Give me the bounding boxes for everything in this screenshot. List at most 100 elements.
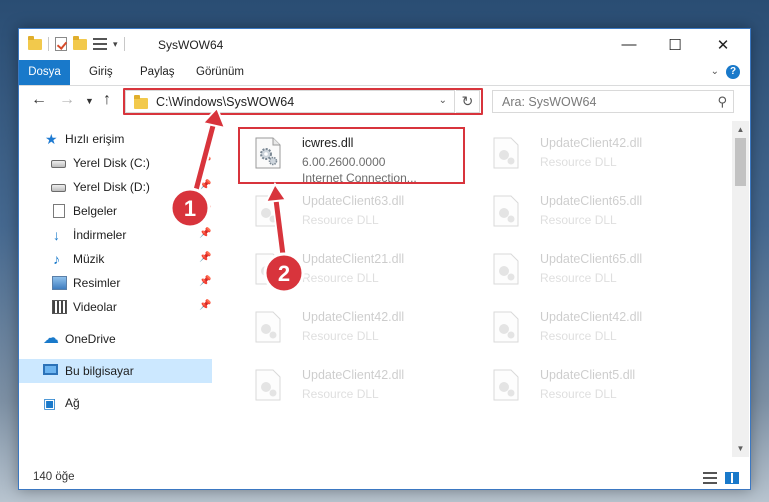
sidebar-item-label: İndirmeler bbox=[73, 228, 127, 242]
file-description: Resource DLL bbox=[540, 213, 617, 227]
sidebar-item-quick-access[interactable]: ★ Hızlı erişim bbox=[19, 127, 212, 151]
disk-icon bbox=[51, 184, 66, 192]
search-input[interactable]: Ara: SysWOW64 ⚲ bbox=[492, 90, 734, 113]
sidebar-item-label: OneDrive bbox=[65, 332, 116, 346]
file-description: Resource DLL bbox=[540, 329, 617, 343]
properties-check-icon[interactable] bbox=[55, 37, 67, 51]
file-description: Resource DLL bbox=[302, 329, 379, 343]
maximize-button[interactable]: ☐ bbox=[652, 29, 698, 60]
file-tile[interactable]: UpdateClient42.dll Resource DLL bbox=[244, 301, 474, 359]
sidebar-item-label: Resimler bbox=[73, 276, 121, 290]
scrollbar-thumb[interactable] bbox=[735, 138, 746, 186]
customize-dropdown-icon[interactable]: ▾ bbox=[113, 39, 118, 50]
videos-icon bbox=[52, 300, 67, 314]
pin-icon[interactable]: 📌 bbox=[199, 252, 211, 263]
back-arrow-icon[interactable]: ← bbox=[31, 91, 47, 109]
search-icon: ⚲ bbox=[717, 94, 727, 109]
dll-gear-icon bbox=[493, 369, 519, 401]
sidebar-item-label: Belgeler bbox=[73, 204, 118, 218]
file-name: UpdateClient65.dll bbox=[540, 194, 643, 208]
file-description: Resource DLL bbox=[302, 271, 379, 285]
close-button[interactable]: ✕ bbox=[700, 29, 746, 60]
minimize-button[interactable]: — bbox=[606, 29, 652, 60]
toolbar-divider bbox=[123, 37, 125, 51]
sidebar-item-this-pc[interactable]: Bu bilgisayar bbox=[19, 359, 212, 383]
dll-gear-icon bbox=[493, 253, 519, 285]
sidebar-item-network[interactable]: ▣ Ağ bbox=[19, 391, 212, 415]
file-description: Resource DLL bbox=[302, 213, 379, 227]
sidebar-item-label: Yerel Disk (C:) bbox=[73, 156, 150, 170]
tab-paylas[interactable]: Paylaş bbox=[129, 60, 186, 85]
tab-giris[interactable]: Giriş bbox=[78, 60, 124, 85]
file-description: Resource DLL bbox=[540, 271, 617, 285]
pin-icon[interactable]: 📌 bbox=[199, 300, 211, 311]
file-name: UpdateClient21.dll bbox=[302, 252, 405, 266]
music-icon: ♪ bbox=[53, 251, 60, 267]
file-tile[interactable]: UpdateClient5.dll Resource DLL bbox=[482, 359, 712, 417]
tab-dosya[interactable]: Dosya bbox=[19, 60, 70, 85]
navigation-bar: ← → ▼ ↑ C:\Windows\SysWOW64 ⌄ ↻ Ara: Sys… bbox=[19, 87, 750, 119]
dll-gear-icon bbox=[493, 137, 519, 169]
pin-icon[interactable]: 📌 bbox=[199, 276, 211, 287]
new-folder-icon[interactable] bbox=[73, 35, 87, 50]
pin-icon[interactable]: 📌 bbox=[199, 204, 211, 215]
dll-gear-icon bbox=[255, 253, 281, 285]
pin-icon[interactable]: 📌 bbox=[199, 228, 211, 239]
ribbon-expand-icon[interactable]: ⌄ bbox=[711, 66, 719, 77]
file-tile[interactable]: UpdateClient42.dll Resource DLL bbox=[482, 127, 712, 185]
file-tile[interactable]: UpdateClient21.dll Resource DLL bbox=[244, 243, 474, 301]
file-name: icwres.dll bbox=[302, 136, 354, 150]
sidebar-item-documents[interactable]: Belgeler 📌 bbox=[19, 199, 212, 223]
file-description: Resource DLL bbox=[540, 155, 617, 169]
file-tile-icwres[interactable]: icwres.dll 6.00.2600.0000 Internet Conne… bbox=[244, 127, 474, 185]
computer-icon bbox=[43, 364, 58, 375]
tab-gorunum[interactable]: Görünüm bbox=[185, 60, 255, 85]
file-tile[interactable]: UpdateClient63.dll Resource DLL bbox=[244, 185, 474, 243]
help-icon[interactable]: ? bbox=[726, 65, 740, 79]
forward-arrow-icon[interactable]: → bbox=[59, 91, 75, 109]
file-name: UpdateClient42.dll bbox=[302, 310, 405, 324]
file-list: icwres.dll 6.00.2600.0000 Internet Conne… bbox=[224, 121, 732, 457]
sidebar-item-videos[interactable]: Videolar 📌 bbox=[19, 295, 212, 319]
sidebar-item-disk-c[interactable]: Yerel Disk (C:) 📌 bbox=[19, 151, 212, 175]
file-tile[interactable]: UpdateClient42.dll Resource DLL bbox=[482, 301, 712, 359]
list-icon[interactable] bbox=[93, 38, 107, 50]
recent-locations-icon[interactable]: ▼ bbox=[85, 96, 94, 106]
dll-gear-icon bbox=[493, 195, 519, 227]
star-icon: ★ bbox=[45, 131, 58, 147]
pin-icon[interactable]: 📌 bbox=[199, 156, 211, 167]
quick-access-toolbar: ▾ bbox=[28, 35, 125, 51]
dll-gear-icon bbox=[255, 195, 281, 227]
pin-icon[interactable]: 📌 bbox=[199, 180, 211, 191]
disk-icon bbox=[51, 160, 66, 168]
sidebar-item-music[interactable]: ♪ Müzik 📌 bbox=[19, 247, 212, 271]
scroll-down-icon[interactable]: ▼ bbox=[732, 440, 749, 457]
cloud-icon: ☁ bbox=[43, 330, 59, 347]
network-icon: ▣ bbox=[43, 395, 57, 411]
file-name: UpdateClient63.dll bbox=[302, 194, 405, 208]
dll-gear-icon bbox=[255, 311, 281, 343]
file-tile[interactable]: UpdateClient65.dll Resource DLL bbox=[482, 243, 712, 301]
sidebar-item-downloads[interactable]: ↓ İndirmeler 📌 bbox=[19, 223, 212, 247]
download-icon: ↓ bbox=[53, 227, 60, 243]
dll-gear-icon bbox=[255, 369, 281, 401]
sidebar-item-label: Videolar bbox=[73, 300, 117, 314]
vertical-scrollbar[interactable]: ▲ ▼ bbox=[732, 121, 749, 457]
scroll-up-icon[interactable]: ▲ bbox=[732, 121, 749, 138]
sidebar-item-label: Bu bilgisayar bbox=[65, 364, 134, 378]
file-tile[interactable]: UpdateClient65.dll Resource DLL bbox=[482, 185, 712, 243]
file-description: Internet Connection... bbox=[302, 171, 417, 185]
sidebar-item-disk-d[interactable]: Yerel Disk (D:) 📌 bbox=[19, 175, 212, 199]
dll-gear-icon bbox=[493, 311, 519, 343]
up-arrow-icon[interactable]: ↑ bbox=[103, 91, 111, 109]
sidebar-item-label: Hızlı erişim bbox=[65, 132, 125, 146]
tiles-view-icon[interactable] bbox=[725, 472, 739, 484]
sidebar-item-pictures[interactable]: Resimler 📌 bbox=[19, 271, 212, 295]
details-view-icon[interactable] bbox=[703, 472, 717, 484]
file-tile[interactable]: UpdateClient42.dll Resource DLL bbox=[244, 359, 474, 417]
file-version: 6.00.2600.0000 bbox=[302, 155, 386, 169]
window-title: SysWOW64 bbox=[158, 38, 224, 52]
title-bar: ▾ SysWOW64 — ☐ ✕ bbox=[19, 29, 750, 60]
dll-gear-icon bbox=[255, 137, 281, 169]
sidebar-item-onedrive[interactable]: ☁ OneDrive bbox=[19, 327, 212, 351]
